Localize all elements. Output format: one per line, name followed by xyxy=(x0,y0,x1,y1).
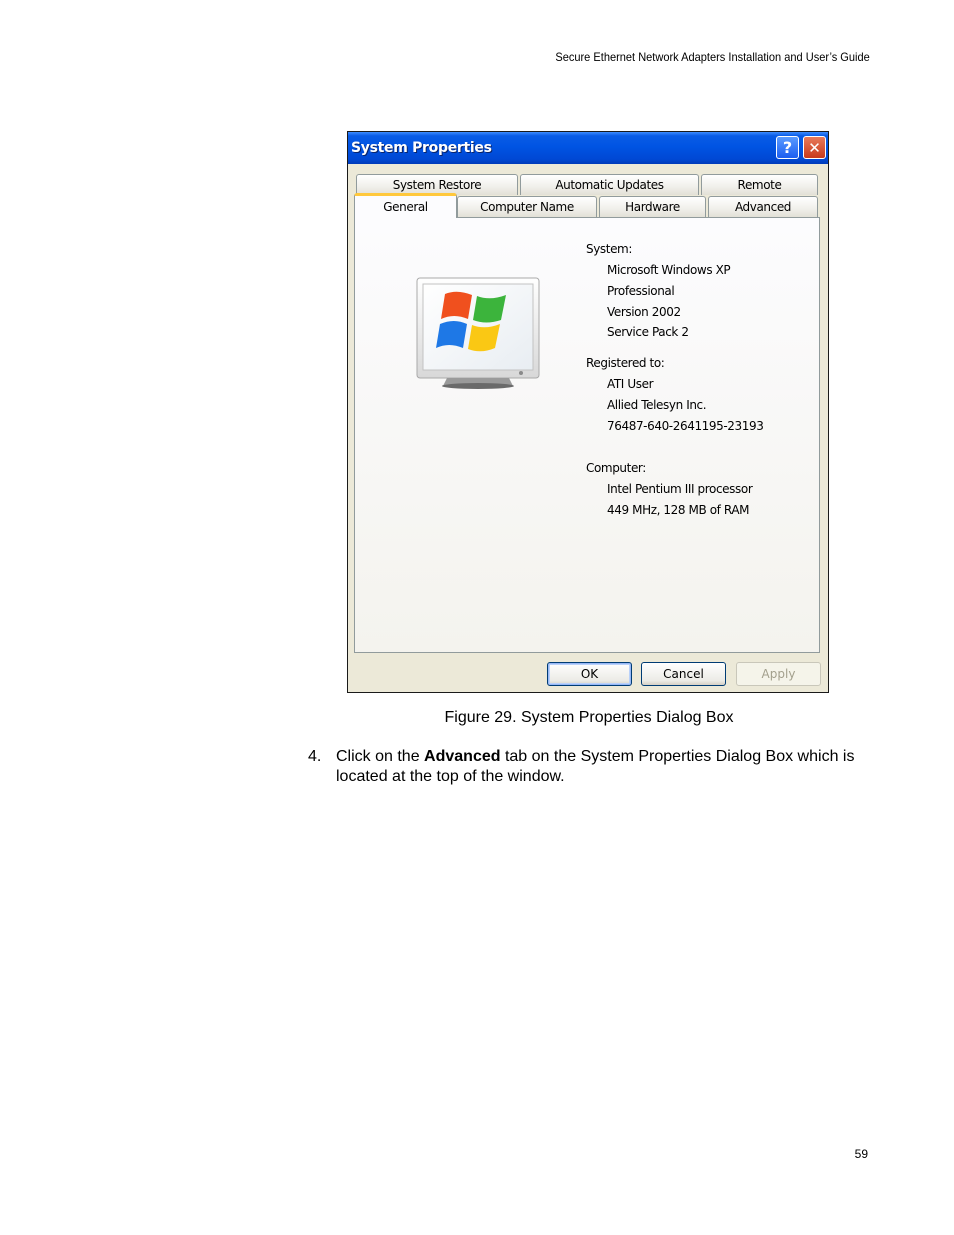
step-text-before: Click on the xyxy=(336,748,425,765)
ok-button[interactable]: OK xyxy=(547,662,632,686)
running-header: Secure Ethernet Network Adapters Install… xyxy=(555,50,870,64)
registered-organization: Allied Telesyn Inc. xyxy=(607,398,707,412)
page-number: 59 xyxy=(854,1147,868,1161)
tab-computer-name[interactable]: Computer Name xyxy=(457,196,597,217)
title-bar[interactable]: System Properties ? ✕ xyxy=(348,132,828,164)
registered-heading: Registered to: xyxy=(586,356,665,370)
figure-caption: Figure 29. System Properties Dialog Box xyxy=(444,709,734,726)
step-number: 4. xyxy=(308,748,322,765)
tab-advanced[interactable]: Advanced xyxy=(708,196,818,217)
system-properties-dialog: System Properties ? ✕ System Restore Aut… xyxy=(347,131,829,693)
computer-memory: 449 MHz, 128 MB of RAM xyxy=(607,503,750,517)
tab-remote[interactable]: Remote xyxy=(701,174,818,195)
windows-logo-icon xyxy=(416,277,540,389)
close-icon[interactable]: ✕ xyxy=(803,136,826,159)
step-text: Click on the Advanced tab on the System … xyxy=(336,747,876,787)
computer-processor: Intel Pentium III processor xyxy=(607,482,753,496)
general-tab-panel: System: Microsoft Windows XP Professiona… xyxy=(354,217,820,653)
tab-general[interactable]: General xyxy=(354,193,457,218)
step-text-bold: Advanced xyxy=(424,748,501,765)
cancel-button[interactable]: Cancel xyxy=(641,662,726,686)
system-os: Microsoft Windows XP xyxy=(607,263,731,277)
system-version: Version 2002 xyxy=(607,305,681,319)
apply-button[interactable]: Apply xyxy=(736,662,821,686)
system-heading: System: xyxy=(586,242,632,256)
registered-user: ATI User xyxy=(607,377,654,391)
system-edition: Professional xyxy=(607,284,675,298)
tab-automatic-updates[interactable]: Automatic Updates xyxy=(520,174,699,195)
help-icon[interactable]: ? xyxy=(776,136,799,159)
product-id: 76487-640-2641195-23193 xyxy=(607,419,764,433)
dialog-title: System Properties xyxy=(351,140,492,156)
tab-hardware[interactable]: Hardware xyxy=(599,196,706,217)
tab-system-restore[interactable]: System Restore xyxy=(356,174,518,195)
system-service-pack: Service Pack 2 xyxy=(607,325,689,339)
computer-heading: Computer: xyxy=(586,461,646,475)
